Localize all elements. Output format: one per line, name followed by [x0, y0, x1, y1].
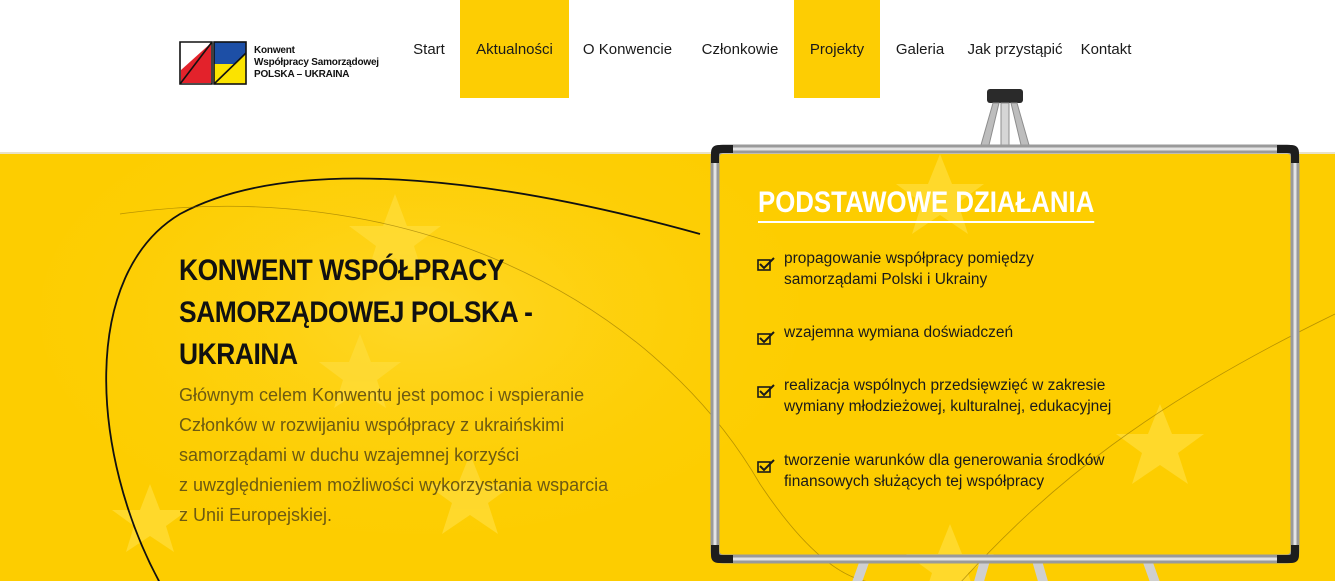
hero-text-line: Członków w rozwijaniu współpracy z ukrai…: [179, 415, 565, 435]
nav-item-start[interactable]: Start: [398, 0, 460, 98]
list-item-line: wymiany młodzieżowej, kulturalnej, eduka…: [784, 398, 1112, 415]
logo-text: Konwent Współpracy Samorządowej POLSKA –…: [254, 45, 379, 81]
logo-line: Współpracy Samorządowej: [254, 57, 379, 68]
list-item: wzajemna wymiana doświadczeń: [757, 322, 1237, 345]
hero-text-line: samorządami w duchu wzajemnej korzyści: [179, 445, 520, 465]
checkbox-check-icon: [757, 384, 775, 398]
hero-text-line: Głównym celem Konwentu jest pomoc i wspi…: [179, 385, 585, 405]
site-logo[interactable]: Konwent Współpracy Samorządowej POLSKA –…: [178, 40, 388, 86]
nav-item-galeria[interactable]: Galeria: [880, 0, 960, 98]
checkbox-check-icon: [757, 459, 775, 473]
checkbox-check-icon: [757, 257, 775, 271]
list-item-line: finansowych służących tej współpracy: [784, 473, 1045, 490]
main-nav: Start Aktualności O Konwencie Członkowie…: [398, 0, 1142, 98]
nav-item-jak-przystapic[interactable]: Jak przystąpić: [960, 0, 1070, 98]
list-item: propagowanie współpracy pomiędzy samorzą…: [757, 248, 1237, 290]
hero-title-line: SAMORZĄDOWEJ POLSKA - UKRAINA: [179, 296, 533, 371]
list-item-line: wzajemna wymiana doświadczeń: [784, 324, 1014, 341]
hero-text-line: z Unii Europejskiej.: [179, 505, 333, 525]
logo-icon: [179, 41, 247, 85]
nav-item-aktualnosci[interactable]: Aktualności: [460, 0, 569, 98]
hero-description: Głównym celem Konwentu jest pomoc i wspi…: [179, 380, 679, 530]
list-item-line: samorządami Polski i Ukrainy: [784, 271, 988, 288]
list-item: realizacja wspólnych przedsięwzięć w zak…: [757, 375, 1237, 417]
site-header: Konwent Współpracy Samorządowej POLSKA –…: [0, 0, 1335, 152]
list-item-line: tworzenie warunków dla generowania środk…: [784, 452, 1105, 469]
hero-title-line: KONWENT WSPÓŁPRACY: [179, 254, 505, 287]
checkbox-check-icon: [757, 331, 775, 345]
hero-text-line: z uwzględnieniem możliwości wykorzystani…: [179, 475, 609, 495]
list-item-line: propagowanie współpracy pomiędzy: [784, 250, 1034, 267]
hero-title: KONWENT WSPÓŁPRACY SAMORZĄDOWEJ POLSKA -…: [179, 250, 637, 376]
nav-item-czlonkowie[interactable]: Członkowie: [686, 0, 794, 98]
logo-line: POLSKA – UKRAINA: [254, 69, 350, 80]
nav-item-projekty[interactable]: Projekty: [794, 0, 880, 98]
list-item-line: realizacja wspólnych przedsięwzięć w zak…: [784, 377, 1106, 394]
activities-list: propagowanie współpracy pomiędzy samorzą…: [757, 248, 1237, 492]
board-title: PODSTAWOWE DZIAŁANIA: [758, 186, 1095, 223]
nav-item-o-konwencie[interactable]: O Konwencie: [569, 0, 686, 98]
logo-line: Konwent: [254, 45, 295, 56]
list-item: tworzenie warunków dla generowania środk…: [757, 450, 1237, 492]
nav-item-kontakt[interactable]: Kontakt: [1070, 0, 1142, 98]
